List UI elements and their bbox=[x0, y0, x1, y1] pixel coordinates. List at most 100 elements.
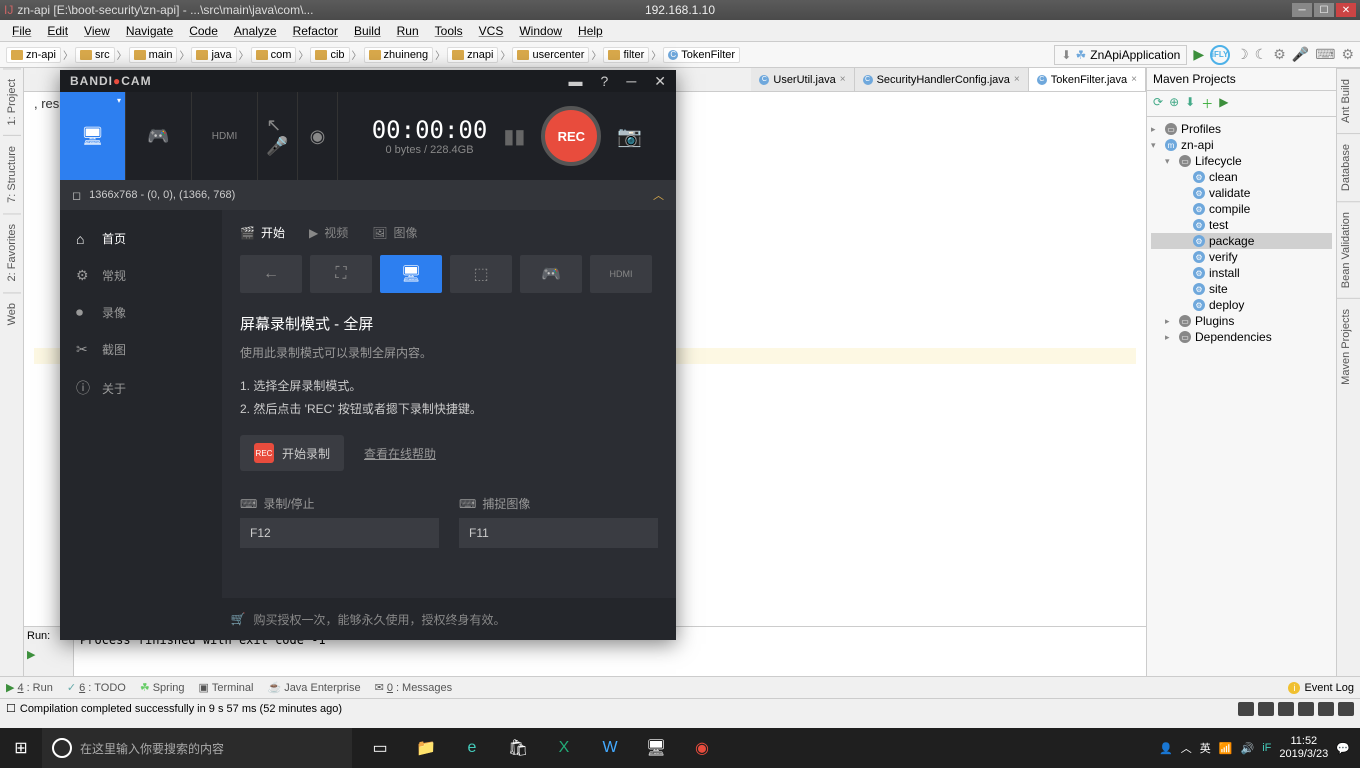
sb-icon[interactable] bbox=[1338, 702, 1354, 716]
taskview-icon[interactable]: ▭ bbox=[358, 728, 402, 768]
close-icon[interactable]: ✕ bbox=[654, 73, 666, 90]
mode-webcam[interactable]: ◉ bbox=[298, 92, 338, 180]
side-image[interactable]: ✂截图 bbox=[60, 331, 222, 368]
mode-game[interactable]: 🎮 bbox=[126, 92, 192, 180]
people-icon[interactable]: 👤 bbox=[1159, 742, 1173, 755]
moon2-icon[interactable]: ☾ bbox=[1255, 46, 1268, 63]
search-box[interactable]: 在这里输入你要搜索的内容 bbox=[42, 728, 352, 768]
crumb-src[interactable]: src bbox=[75, 47, 115, 63]
rerun-button[interactable]: ▶ bbox=[24, 645, 73, 664]
menu-tools[interactable]: Tools bbox=[429, 22, 469, 40]
menu-edit[interactable]: Edit bbox=[41, 22, 74, 40]
mode-hdmi[interactable]: HDMI bbox=[590, 255, 652, 293]
menu-navigate[interactable]: Navigate bbox=[120, 22, 179, 40]
dimension-bar[interactable]: ◻ 1366x768 - (0, 0), (1366, 768) ︿ bbox=[60, 180, 676, 210]
close-icon[interactable]: × bbox=[1014, 74, 1020, 85]
tab-securityhandler[interactable]: CSecurityHandlerConfig.java× bbox=[855, 68, 1029, 91]
menu-analyze[interactable]: Analyze bbox=[228, 22, 283, 40]
goal-site[interactable]: ⚙site bbox=[1151, 281, 1332, 297]
mode-screen[interactable]: 🖥▾ bbox=[60, 92, 126, 180]
run-config-selector[interactable]: ⬇ ☘ ZnApiApplication bbox=[1054, 45, 1187, 65]
moon-icon[interactable]: ☽ bbox=[1236, 46, 1249, 63]
add-icon[interactable]: ＋ bbox=[1201, 95, 1213, 112]
menu-code[interactable]: Code bbox=[183, 22, 224, 40]
edge-icon[interactable]: e bbox=[450, 728, 494, 768]
minimize-icon[interactable]: ─ bbox=[626, 73, 636, 90]
app-icon[interactable]: 🖥 bbox=[634, 728, 678, 768]
side-about[interactable]: ⓘ关于 bbox=[60, 368, 222, 408]
menu-run[interactable]: Run bbox=[391, 22, 425, 40]
clock[interactable]: 11:52 2019/3/23 bbox=[1279, 735, 1328, 761]
ime-icon[interactable]: 英 bbox=[1200, 740, 1211, 756]
tab-image[interactable]: 🖼图像 bbox=[372, 224, 417, 241]
rec-button[interactable]: REC bbox=[541, 106, 601, 166]
goal-clean[interactable]: ⚙clean bbox=[1151, 169, 1332, 185]
goal-install[interactable]: ⚙install bbox=[1151, 265, 1332, 281]
bt-todo[interactable]: ✓6: TODO bbox=[67, 681, 126, 694]
menu-window[interactable]: Window bbox=[513, 22, 568, 40]
side-general[interactable]: ⚙常规 bbox=[60, 257, 222, 294]
tab-project[interactable]: 1: Project bbox=[3, 68, 21, 135]
goal-test[interactable]: ⚙test bbox=[1151, 217, 1332, 233]
menu-refactor[interactable]: Refactor bbox=[287, 22, 344, 40]
start-button[interactable]: ⊞ bbox=[0, 728, 42, 768]
run-button[interactable]: ▶ bbox=[1193, 46, 1204, 63]
bt-run[interactable]: ▶4: Run bbox=[6, 681, 53, 694]
mode-area[interactable]: ⬚ bbox=[450, 255, 512, 293]
start-rec-button[interactable]: REC开始录制 bbox=[240, 435, 344, 471]
menu-vcs[interactable]: VCS bbox=[473, 22, 510, 40]
menu-build[interactable]: Build bbox=[348, 22, 387, 40]
bandicam-titlebar[interactable]: BANDI●CAM ▬ ? ─ ✕ bbox=[60, 70, 676, 92]
tab-start[interactable]: 🎬开始 bbox=[240, 224, 285, 241]
menu-file[interactable]: File bbox=[6, 22, 37, 40]
bt-messages[interactable]: ✉0: Messages bbox=[375, 681, 453, 694]
refresh-icon[interactable]: ⟳ bbox=[1153, 95, 1163, 112]
hk1-value[interactable]: F12 bbox=[240, 518, 439, 548]
crumb-com[interactable]: com bbox=[251, 47, 297, 63]
goal-verify[interactable]: ⚙verify bbox=[1151, 249, 1332, 265]
folder-icon[interactable]: ▬ bbox=[569, 73, 583, 90]
volume-icon[interactable]: 🔊 bbox=[1240, 742, 1254, 755]
minimize-button[interactable]: ─ bbox=[1292, 3, 1312, 17]
goal-validate[interactable]: ⚙validate bbox=[1151, 185, 1332, 201]
tab-tokenfilter[interactable]: CTokenFilter.java× bbox=[1029, 68, 1146, 91]
crumb-java[interactable]: java bbox=[191, 47, 236, 63]
mode-rect[interactable]: ⛶ bbox=[310, 255, 372, 293]
download-icon[interactable]: ⬇ bbox=[1185, 95, 1195, 112]
store-icon[interactable]: 🛍 bbox=[496, 728, 540, 768]
help-link[interactable]: 查看在线帮助 bbox=[364, 445, 436, 462]
settings-icon[interactable]: ⚙ bbox=[1273, 46, 1286, 63]
sb-icon[interactable] bbox=[1238, 702, 1254, 716]
crumb-filter[interactable]: filter bbox=[603, 47, 649, 63]
maximize-button[interactable]: ☐ bbox=[1314, 3, 1334, 17]
event-log[interactable]: iEvent Log bbox=[1288, 682, 1354, 694]
menu-view[interactable]: View bbox=[78, 22, 116, 40]
explorer-icon[interactable]: 📁 bbox=[404, 728, 448, 768]
tab-structure[interactable]: 7: Structure bbox=[3, 135, 21, 213]
sb-icon[interactable] bbox=[1278, 702, 1294, 716]
goal-deploy[interactable]: ⚙deploy bbox=[1151, 297, 1332, 313]
bt-javaee[interactable]: ☕Java Enterprise bbox=[267, 681, 360, 694]
tab-maven[interactable]: Maven Projects bbox=[1337, 298, 1360, 395]
excel-icon[interactable]: X bbox=[542, 728, 586, 768]
pause-icon[interactable]: ▮▮ bbox=[503, 124, 525, 149]
help-icon[interactable]: ? bbox=[601, 73, 609, 90]
tree-profiles[interactable]: ▸▭Profiles bbox=[1151, 121, 1332, 137]
keyboard-icon[interactable]: ⌨ bbox=[1315, 46, 1335, 63]
gear-icon[interactable]: ⚙ bbox=[1341, 46, 1354, 63]
tab-ant[interactable]: Ant Build bbox=[1337, 68, 1360, 133]
notifications-icon[interactable]: 💬 bbox=[1336, 742, 1350, 755]
crumb-project[interactable]: zn-api bbox=[6, 47, 61, 63]
tree-lifecycle[interactable]: ▾▭Lifecycle bbox=[1151, 153, 1332, 169]
close-icon[interactable]: × bbox=[840, 74, 846, 85]
sb-icon[interactable] bbox=[1318, 702, 1334, 716]
ifly-tray-icon[interactable]: iF bbox=[1262, 742, 1271, 754]
bandicam-tb-icon[interactable]: ◉ bbox=[680, 728, 724, 768]
tree-root[interactable]: ▾mzn-api bbox=[1151, 137, 1332, 153]
close-button[interactable]: ✕ bbox=[1336, 3, 1356, 17]
chevron-up-icon[interactable]: ︿ bbox=[653, 187, 664, 203]
goal-compile[interactable]: ⚙compile bbox=[1151, 201, 1332, 217]
camera-icon[interactable]: 📷 bbox=[617, 124, 642, 149]
tray-up-icon[interactable]: ︿ bbox=[1181, 740, 1192, 756]
crumb-usercenter[interactable]: usercenter bbox=[512, 47, 589, 63]
